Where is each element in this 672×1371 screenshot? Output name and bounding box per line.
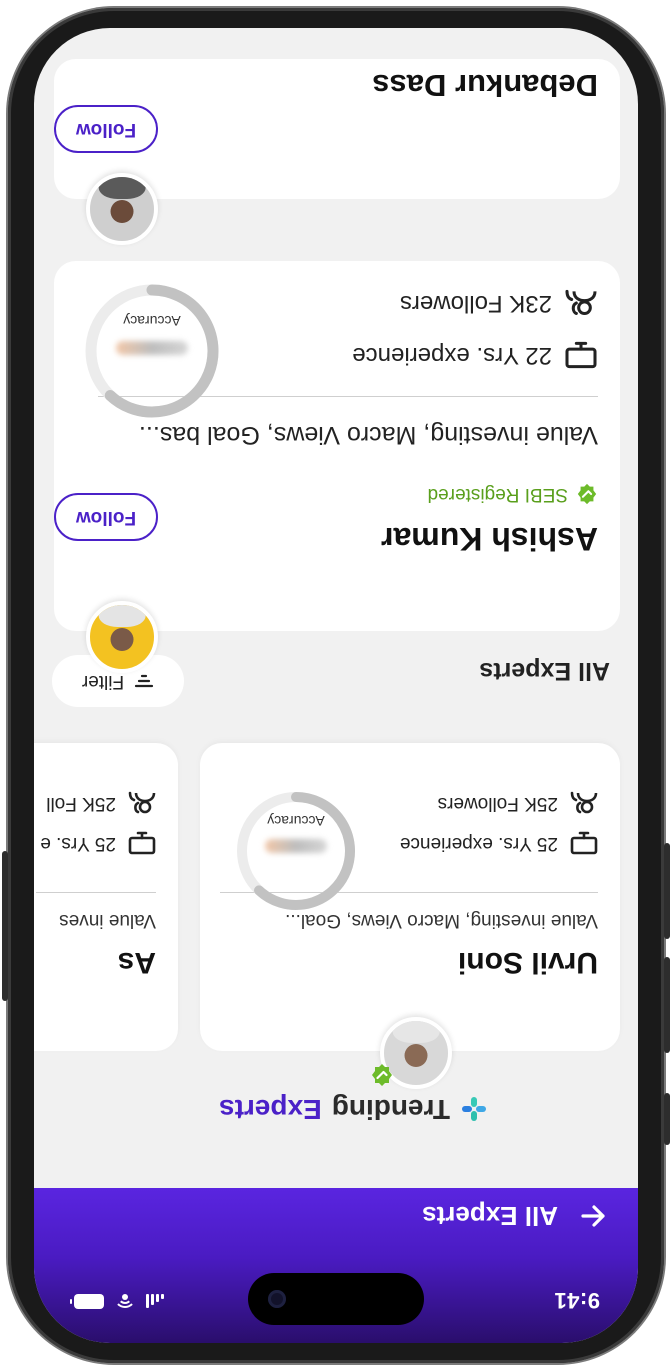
volume-down-button [664, 843, 670, 939]
expert-name: Urvil Soni [457, 946, 598, 979]
avatar [86, 173, 158, 245]
monitor-icon [565, 341, 597, 369]
verified-badge-icon [372, 1064, 392, 1086]
expert-name: Debankur Dass [372, 68, 598, 103]
volume-up-button [664, 957, 670, 1053]
accuracy-label: Accuracy [267, 813, 325, 829]
followers-stat: 25K Foll [46, 791, 156, 815]
sebi-registered-badge: SEBI Registered [428, 483, 598, 505]
filter-label: Filter [81, 671, 125, 692]
followers-icon [570, 791, 598, 814]
experience-text: 25 Yrs. experience [399, 833, 558, 854]
expert-name: As [117, 946, 156, 979]
dynamic-island [248, 1273, 424, 1325]
experience-stat: 22 Yrs. experience [352, 341, 598, 369]
status-time: 9:41 [553, 1288, 600, 1313]
followers-text: 25K Followers [437, 793, 558, 814]
signal-icon [146, 1294, 164, 1309]
accuracy-label: Accuracy [123, 313, 181, 329]
sebi-label: SEBI Registered [427, 484, 568, 505]
trending-card[interactable]: As Value inves 25 Yrs. e 25K Foll [34, 743, 178, 1051]
expert-card[interactable]: Follow Debankur Dass [54, 59, 620, 245]
expert-card[interactable]: Ashish Kumar SEBI Registered Follow Valu… [54, 261, 620, 673]
divider [36, 892, 156, 893]
followers-stat: 23K Followers [400, 289, 598, 317]
followers-icon [128, 791, 156, 814]
monitor-icon [128, 831, 156, 855]
verified-badge-icon [577, 483, 597, 505]
experience-stat: 25 Yrs. e [40, 831, 156, 855]
accuracy-value-blurred [116, 341, 188, 355]
trending-card[interactable]: Urvil Soni Value investing, Macro Views,… [200, 743, 620, 1089]
experience-text: 22 Yrs. experience [352, 342, 552, 369]
app-header: 9:41 All Experts [34, 1188, 638, 1343]
sparkle-icon [462, 1097, 486, 1121]
trending-title-part2: Experts [219, 1094, 322, 1125]
follow-button[interactable]: Follow [54, 105, 158, 153]
all-experts-heading: All Experts [479, 657, 610, 685]
back-arrow-icon[interactable] [578, 1201, 608, 1231]
trending-heading: Trending Experts [219, 1093, 488, 1125]
accuracy-value-blurred [265, 839, 327, 853]
expert-name: Ashish Kumar [381, 521, 598, 557]
followers-text: 23K Followers [399, 290, 552, 317]
follow-button[interactable]: Follow [54, 493, 158, 541]
page-title: All Experts [422, 1201, 558, 1231]
power-button [2, 851, 8, 1001]
camera-icon [268, 1290, 286, 1308]
experience-text: 25 Yrs. e [40, 833, 116, 854]
expert-tags: Value inves [59, 910, 156, 931]
followers-stat: 25K Followers [438, 791, 598, 815]
followers-icon [565, 289, 597, 316]
trending-title-part1: Trending [331, 1094, 450, 1125]
battery-icon [74, 1294, 104, 1309]
monitor-icon [570, 831, 598, 855]
followers-text: 25K Foll [46, 793, 116, 814]
wifi-icon [114, 1294, 136, 1309]
status-icons [74, 1294, 164, 1309]
expert-tags: Value investing, Macro Views, Goal bas..… [138, 421, 598, 449]
experience-stat: 25 Yrs. experience [400, 831, 598, 855]
action-button [664, 1093, 670, 1145]
app-screen: 9:41 All Experts Trending Experts Urvil … [34, 28, 638, 1343]
filter-icon [135, 674, 154, 688]
avatar [86, 601, 158, 673]
